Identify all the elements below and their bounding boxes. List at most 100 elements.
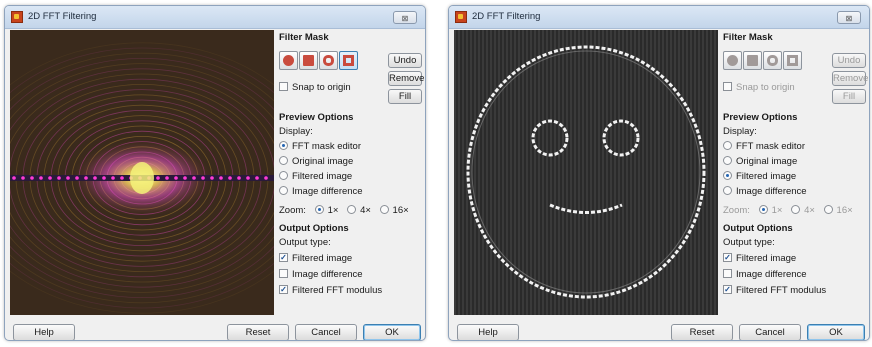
checkbox-box — [279, 81, 288, 91]
fft-peak-dot — [48, 176, 52, 180]
ringing-stripe — [462, 30, 464, 315]
ok-button[interactable]: OK — [363, 324, 421, 340]
output-type-label: Output type: — [723, 237, 775, 248]
snap-to-origin-checkbox[interactable]: Snap to origin — [279, 81, 351, 94]
zoom-16x-radio[interactable]: 16× — [379, 204, 409, 216]
output-options-title: Output Options — [279, 223, 349, 234]
ringing-stripe — [614, 30, 616, 315]
fft-peak-dot — [66, 176, 70, 180]
ringing-stripe — [682, 30, 684, 315]
zoom-label-4x: 4× — [804, 205, 815, 216]
help-button[interactable]: Help — [457, 324, 519, 340]
option-label: Original image — [292, 156, 354, 167]
help-button[interactable]: Help — [13, 324, 75, 340]
circle-mask-button[interactable] — [723, 51, 742, 70]
close-button[interactable]: ⊠ — [837, 11, 861, 24]
output-image-difference-checkbox[interactable]: Image difference — [723, 268, 807, 281]
ringing-stripe — [638, 30, 640, 315]
ringing-stripe — [710, 30, 712, 315]
fill-button[interactable]: Fill — [388, 89, 422, 104]
zoom-label: Zoom: — [723, 205, 750, 216]
display-option-original-image[interactable]: Original image — [279, 155, 354, 168]
fft-peak-dot — [102, 176, 106, 180]
ringing-stripe — [490, 30, 492, 315]
preview-options-title: Preview Options — [723, 112, 798, 123]
output-fft-modulus-checkbox[interactable]: ✓ Filtered FFT modulus — [279, 284, 383, 297]
option-label: FFT mask editor — [736, 141, 805, 152]
option-label: Filtered image — [292, 171, 353, 182]
radio-dot — [723, 170, 732, 180]
zoom-1x-radio[interactable]: 1× — [758, 204, 783, 216]
output-image-difference-checkbox[interactable]: Image difference — [279, 268, 363, 281]
app-icon — [455, 11, 467, 23]
reset-button[interactable]: Reset — [227, 324, 289, 340]
fft-dialog-right: 2D FFT Filtering ⊠ Filter Mask Undo Remo… — [448, 5, 870, 341]
snap-to-origin-checkbox[interactable]: Snap to origin — [723, 81, 795, 94]
radio-dot — [723, 140, 732, 150]
option-label: Filtered image — [736, 171, 797, 182]
output-filtered-image-checkbox[interactable]: ✓ Filtered image — [279, 252, 352, 265]
fft-peak-dot — [264, 176, 268, 180]
title-bar[interactable]: 2D FFT Filtering ⊠ — [5, 6, 425, 29]
checkbox-label: Image difference — [292, 269, 363, 280]
ringing-stripe — [518, 30, 520, 315]
circle-mask-icon — [283, 55, 294, 66]
checkbox-label: Image difference — [736, 269, 807, 280]
ringing-stripe — [670, 30, 672, 315]
zoom-16x-radio[interactable]: 16× — [823, 204, 853, 216]
fft-peak-dot — [30, 176, 34, 180]
display-option-filtered-image[interactable]: Filtered image — [723, 170, 797, 183]
fft-peak-dot — [201, 176, 205, 180]
display-option-fft-mask-editor[interactable]: FFT mask editor — [279, 140, 361, 153]
rectangle-mask-button[interactable] — [299, 51, 318, 70]
output-filtered-image-checkbox[interactable]: ✓ Filtered image — [723, 252, 796, 265]
undo-button[interactable]: Undo — [388, 53, 422, 68]
zoom-4x-radio[interactable]: 4× — [791, 204, 815, 216]
zoom-4x-radio[interactable]: 4× — [347, 204, 371, 216]
fill-button[interactable]: Fill — [832, 89, 866, 104]
remove-button[interactable]: Remove — [832, 71, 868, 86]
output-fft-modulus-checkbox[interactable]: ✓ Filtered FFT modulus — [723, 284, 826, 297]
title-bar[interactable]: 2D FFT Filtering ⊠ — [449, 6, 869, 29]
remove-button[interactable]: Remove — [388, 71, 424, 86]
display-option-filtered-image[interactable]: Filtered image — [279, 170, 353, 183]
zoom-1x-radio[interactable]: 1× — [314, 204, 338, 216]
ringing-stripe — [486, 30, 488, 315]
ringing-stripe — [590, 30, 592, 315]
rectangle-mask-button[interactable] — [743, 51, 762, 70]
display-option-fft-mask-editor[interactable]: FFT mask editor — [723, 140, 805, 153]
checkbox-label: Filtered FFT modulus — [292, 285, 383, 296]
ringing-stripe — [502, 30, 504, 315]
radio-dot — [823, 204, 833, 214]
reset-button[interactable]: Reset — [671, 324, 733, 340]
option-label: Image difference — [292, 186, 363, 197]
checkbox-box — [723, 268, 732, 278]
circle-mask-button[interactable] — [279, 51, 298, 70]
fft-peak-dot — [255, 176, 259, 180]
zoom-label-1x: 1× — [771, 205, 783, 216]
ok-button[interactable]: OK — [807, 324, 865, 340]
round-frame-mask-button[interactable] — [763, 51, 782, 70]
rectangle-mask-icon — [303, 55, 314, 66]
ringing-stripe — [630, 30, 632, 315]
display-option-original-image[interactable]: Original image — [723, 155, 797, 168]
display-option-image-difference[interactable]: Image difference — [279, 185, 363, 198]
ringing-stripe — [686, 30, 688, 315]
cancel-button[interactable]: Cancel — [739, 324, 801, 340]
ringing-stripe — [662, 30, 664, 315]
window-title: 2D FFT Filtering — [472, 11, 541, 22]
ringing-stripe — [538, 30, 540, 315]
display-option-image-difference[interactable]: Image difference — [723, 185, 807, 198]
radio-dot — [279, 170, 288, 180]
cancel-button[interactable]: Cancel — [295, 324, 357, 340]
close-button[interactable]: ⊠ — [393, 11, 417, 24]
fft-dialog-left: 2D FFT Filtering ⊠ Filter Mask Undo Remo… — [4, 5, 426, 341]
round-frame-mask-button[interactable] — [319, 51, 338, 70]
rect-frame-mask-button[interactable] — [339, 51, 358, 70]
rect-frame-mask-button[interactable] — [783, 51, 802, 70]
checkbox-box: ✓ — [279, 252, 288, 262]
fft-preview-image[interactable] — [10, 30, 274, 315]
filtered-preview-image[interactable] — [454, 30, 718, 315]
undo-button[interactable]: Undo — [832, 53, 866, 68]
ringing-stripe — [482, 30, 484, 315]
